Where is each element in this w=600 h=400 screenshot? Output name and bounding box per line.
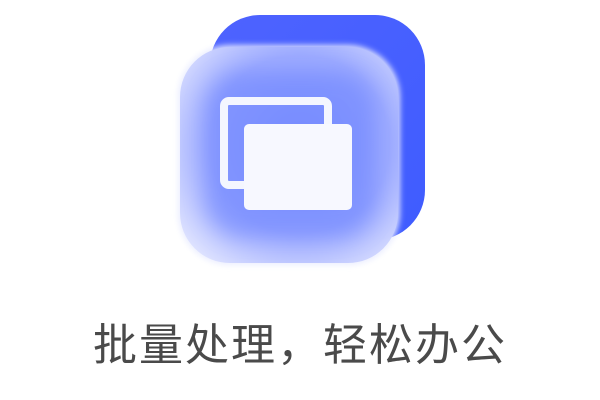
batch-processing-app-icon — [0, 0, 600, 290]
batch-files-icon — [178, 15, 425, 265]
front-card — [244, 124, 352, 210]
feature-caption: 批量处理，轻松办公 — [93, 320, 507, 371]
feature-card: 批量处理，轻松办公 — [0, 0, 600, 400]
